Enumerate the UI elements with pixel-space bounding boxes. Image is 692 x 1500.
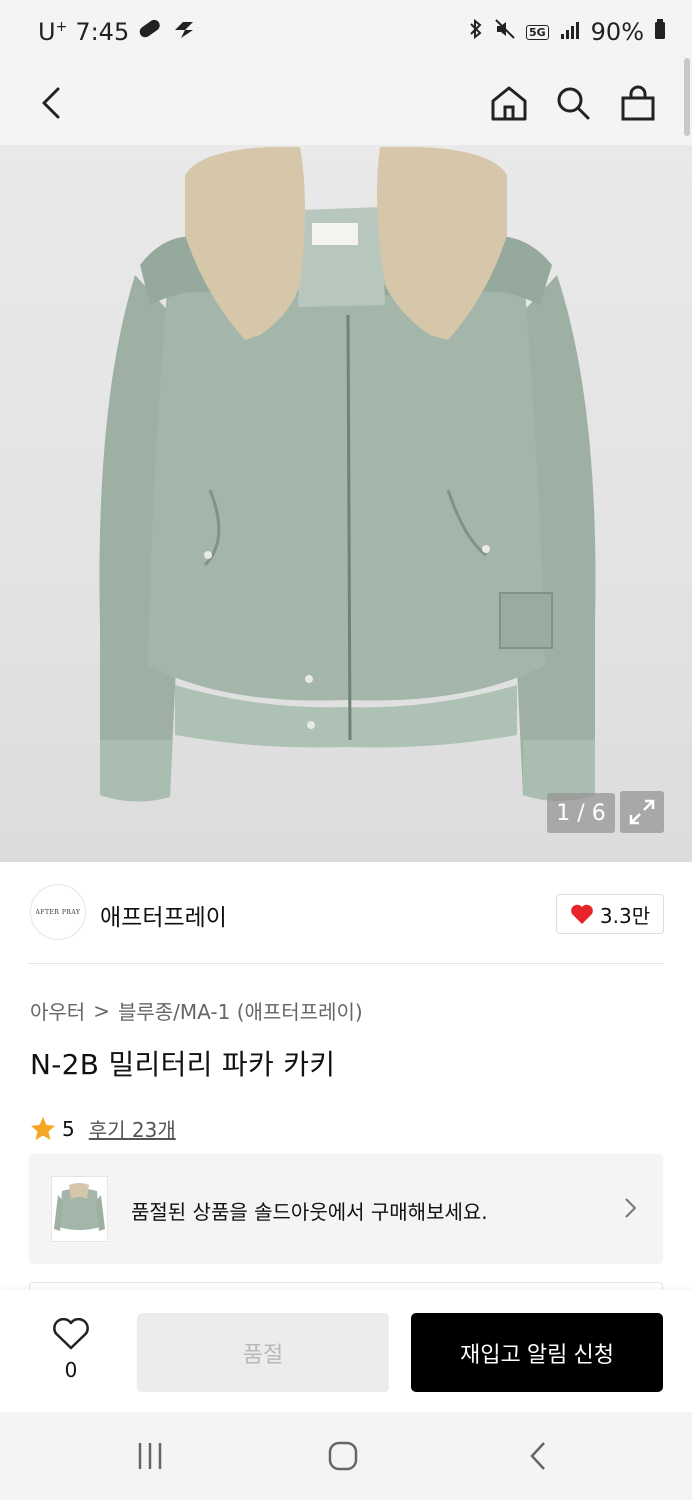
back-arrow-icon (530, 1442, 545, 1470)
home-nav-button[interactable] (313, 1434, 373, 1478)
mute-icon (494, 18, 516, 46)
expand-icon (629, 799, 655, 825)
bluetooth-icon (468, 18, 484, 46)
pill-icon (137, 18, 163, 46)
breadcrumb-subcategory[interactable]: 블루종/MA-1 (애프터프레이) (118, 996, 363, 1025)
shopping-bag-icon (621, 85, 655, 121)
brand-like-button[interactable]: 3.3만 (556, 894, 664, 934)
reviews-link[interactable]: 후기 23개 (89, 1114, 176, 1143)
soldout-thumbnail (51, 1176, 108, 1242)
scroll-indicator (684, 58, 690, 136)
recent-apps-button[interactable] (120, 1434, 180, 1478)
battery-percent: 90% (590, 18, 644, 46)
breadcrumb-category[interactable]: 아우터 (30, 996, 85, 1025)
brand-name[interactable]: 애프터프레이 (100, 898, 227, 932)
search-icon (557, 87, 590, 120)
heart-outline-icon (53, 1318, 89, 1350)
app-header (0, 68, 692, 145)
signal-icon (559, 18, 581, 46)
network-badge: 5G (525, 24, 549, 40)
gallery-pager: 1 / 6 (547, 793, 615, 833)
carrier-label: U+ (38, 18, 68, 46)
soldout-button: 품절 (137, 1313, 389, 1392)
wishlist-button[interactable]: 0 (46, 1318, 96, 1382)
soldout-banner[interactable]: 품절된 상품을 솔드아웃에서 구매해보세요. (29, 1154, 663, 1264)
bottom-action-bar: 0 품절 재입고 알림 신청 (0, 1290, 692, 1412)
restock-alert-button[interactable]: 재입고 알림 신청 (411, 1313, 663, 1392)
back-button[interactable] (26, 78, 76, 128)
home-circle-icon (328, 1441, 358, 1471)
product-title: N-2B 밀리터리 파카 카키 (30, 1048, 336, 1081)
brand-like-count: 3.3만 (599, 903, 651, 928)
chevron-left-icon (42, 87, 60, 119)
home-button[interactable] (484, 78, 534, 128)
back-nav-button[interactable] (508, 1434, 568, 1478)
breadcrumb-separator: > (93, 998, 110, 1023)
search-button[interactable] (548, 78, 598, 128)
system-nav-bar (0, 1412, 692, 1500)
product-image-gallery[interactable] (0, 145, 692, 862)
cart-button[interactable] (613, 78, 663, 128)
status-bar: U+ 7:45 5G 90% (0, 0, 692, 68)
chevron-right-icon (623, 1194, 639, 1226)
home-icon (491, 86, 527, 121)
brand-row[interactable]: AFTER PRAY 애프터프레이 3.3만 (28, 880, 664, 964)
rating-score: 5 (62, 1116, 75, 1141)
rating-row: 5 후기 23개 (30, 1114, 176, 1143)
brand-logo: AFTER PRAY (30, 884, 86, 940)
recent-apps-icon (138, 1443, 162, 1469)
star-icon (31, 1116, 55, 1140)
expand-image-button[interactable] (620, 791, 664, 833)
status-time: 7:45 (75, 18, 130, 46)
notification-icon (171, 18, 197, 46)
breadcrumb: 아우터 > 블루종/MA-1 (애프터프레이) (30, 996, 363, 1025)
soldout-banner-text: 품절된 상품을 솔드아웃에서 구매해보세요. (131, 1200, 488, 1224)
battery-icon (654, 18, 666, 46)
heart-filled-icon (571, 904, 593, 924)
wishlist-count: 0 (64, 1358, 78, 1382)
product-jacket-image (99, 147, 596, 802)
